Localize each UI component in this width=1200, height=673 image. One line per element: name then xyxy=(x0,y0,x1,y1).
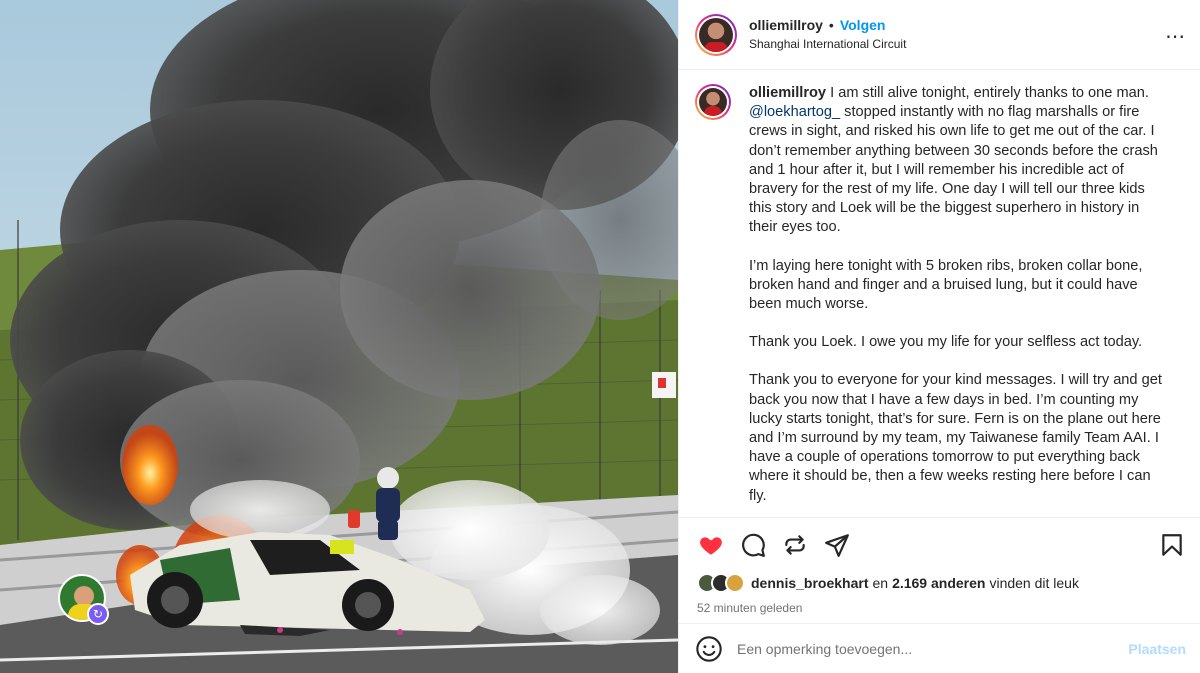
caption-author-avatar[interactable] xyxy=(695,84,731,120)
mention-link[interactable]: @loekhartog_ xyxy=(749,104,840,120)
post-timestamp[interactable]: 52 minuten geleden xyxy=(679,595,1200,623)
like-button[interactable] xyxy=(697,531,725,559)
tagged-user-face xyxy=(74,586,94,606)
caption-text-2: stopped instantly with no flag marshalls… xyxy=(749,104,1158,236)
post-side-panel: olliemillroy • Volgen Shanghai Internati… xyxy=(678,0,1200,673)
caption-text-1: I am still alive tonight, entirely thank… xyxy=(826,85,1149,101)
caption-paragraph-2: I’m laying here tonight with 5 broken ri… xyxy=(749,257,1143,313)
liker-avatar xyxy=(725,573,745,593)
caption-area: olliemillroy I am still alive tonight, e… xyxy=(679,70,1200,517)
header-separator: • xyxy=(828,17,834,34)
follow-button[interactable]: Volgen xyxy=(840,17,886,35)
caption-paragraph-3: Thank you Loek. I owe you my life for yo… xyxy=(749,334,1143,351)
action-bar xyxy=(679,517,1200,571)
caption-username[interactable]: olliemillroy xyxy=(749,85,826,101)
author-username[interactable]: olliemillroy xyxy=(749,17,823,35)
likes-connector: en xyxy=(872,575,889,591)
author-avatar[interactable] xyxy=(695,13,737,56)
emoji-icon[interactable] xyxy=(695,635,723,663)
post-photo[interactable]: ↻ xyxy=(0,0,678,673)
more-options-icon[interactable]: ⋯ xyxy=(1165,24,1186,49)
crash-scene-image xyxy=(0,0,678,673)
comment-input[interactable] xyxy=(737,640,1129,657)
liker-avatars[interactable] xyxy=(697,573,745,593)
share-button[interactable] xyxy=(823,531,851,559)
post-header: olliemillroy • Volgen Shanghai Internati… xyxy=(679,0,1200,70)
caption-avatar-image xyxy=(699,88,727,116)
comment-icon xyxy=(742,533,765,557)
likes-count[interactable]: 2.169 anderen xyxy=(892,575,985,591)
save-button[interactable] xyxy=(1158,531,1186,559)
caption-paragraph-4: Thank you to everyone for your kind mess… xyxy=(749,372,1162,504)
comment-composer: Plaatsen xyxy=(679,623,1200,673)
bookmark-icon xyxy=(1162,533,1182,556)
likes-suffix: vinden dit leuk xyxy=(989,575,1079,591)
collab-badge-icon[interactable]: ↻ xyxy=(87,603,109,625)
liker-username[interactable]: dennis_broekhart xyxy=(751,575,868,591)
heart-filled-icon xyxy=(700,536,722,555)
instagram-post-view: ↻ olliemillroy • Volgen Shanghai Interna… xyxy=(0,0,1200,673)
comment-button[interactable] xyxy=(739,531,767,559)
post-location[interactable]: Shanghai International Circuit xyxy=(749,37,906,52)
likes-summary: dennis_broekhart en 2.169 anderen vinden… xyxy=(679,571,1200,595)
author-avatar-image xyxy=(699,17,733,52)
post-caption: olliemillroy I am still alive tonight, e… xyxy=(749,84,1169,517)
author-info: olliemillroy • Volgen Shanghai Internati… xyxy=(749,17,906,52)
post-comment-button[interactable]: Plaatsen xyxy=(1128,641,1186,657)
repost-button[interactable] xyxy=(781,531,809,559)
repost-icon xyxy=(785,534,805,555)
caption-paragraph-1: olliemillroy I am still alive tonight, e… xyxy=(749,84,1169,238)
send-icon xyxy=(825,533,849,557)
